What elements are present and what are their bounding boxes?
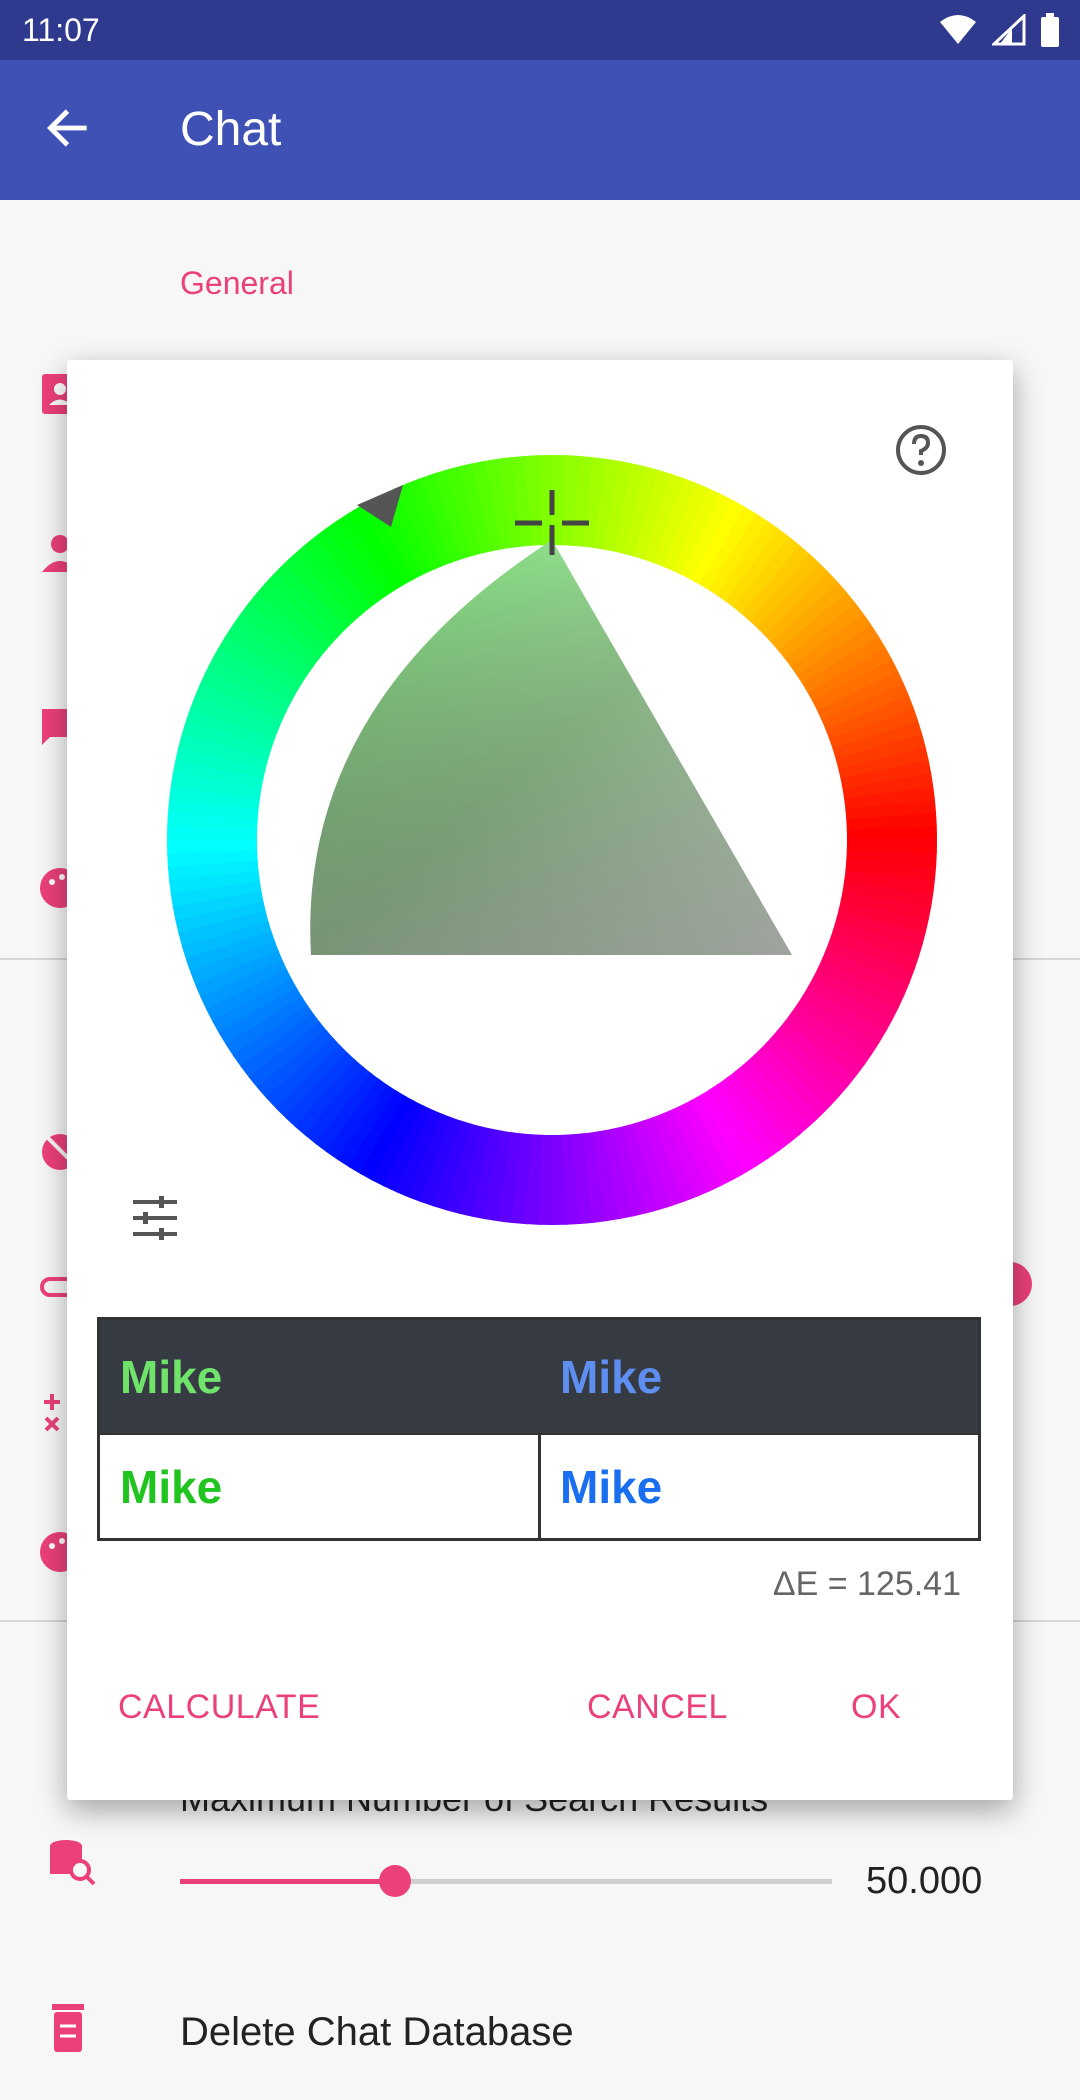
cancel-button[interactable]: CANCEL <box>587 1688 728 1727</box>
preview-dark-left: Mike <box>120 1350 223 1403</box>
contrast-preview: Mike Mike Mike Mike <box>97 1317 981 1541</box>
delta-e-value: ΔE = 125.41 <box>772 1565 961 1603</box>
ok-button[interactable]: OK <box>851 1688 901 1727</box>
preview-light-left: Mike <box>120 1460 223 1513</box>
preview-divider <box>538 1433 541 1538</box>
color-picker-dialog: Mike Mike Mike Mike ΔE = 125.41 CALCULAT… <box>67 360 1013 1800</box>
calculate-button[interactable]: CALCULATE <box>118 1688 320 1727</box>
preview-dark-row: Mike Mike <box>100 1320 978 1433</box>
hue-wheel[interactable] <box>157 445 947 1235</box>
preview-dark-right: Mike <box>560 1350 663 1403</box>
tune-sliders-icon[interactable] <box>129 1192 181 1244</box>
preview-light-right: Mike <box>560 1460 663 1513</box>
